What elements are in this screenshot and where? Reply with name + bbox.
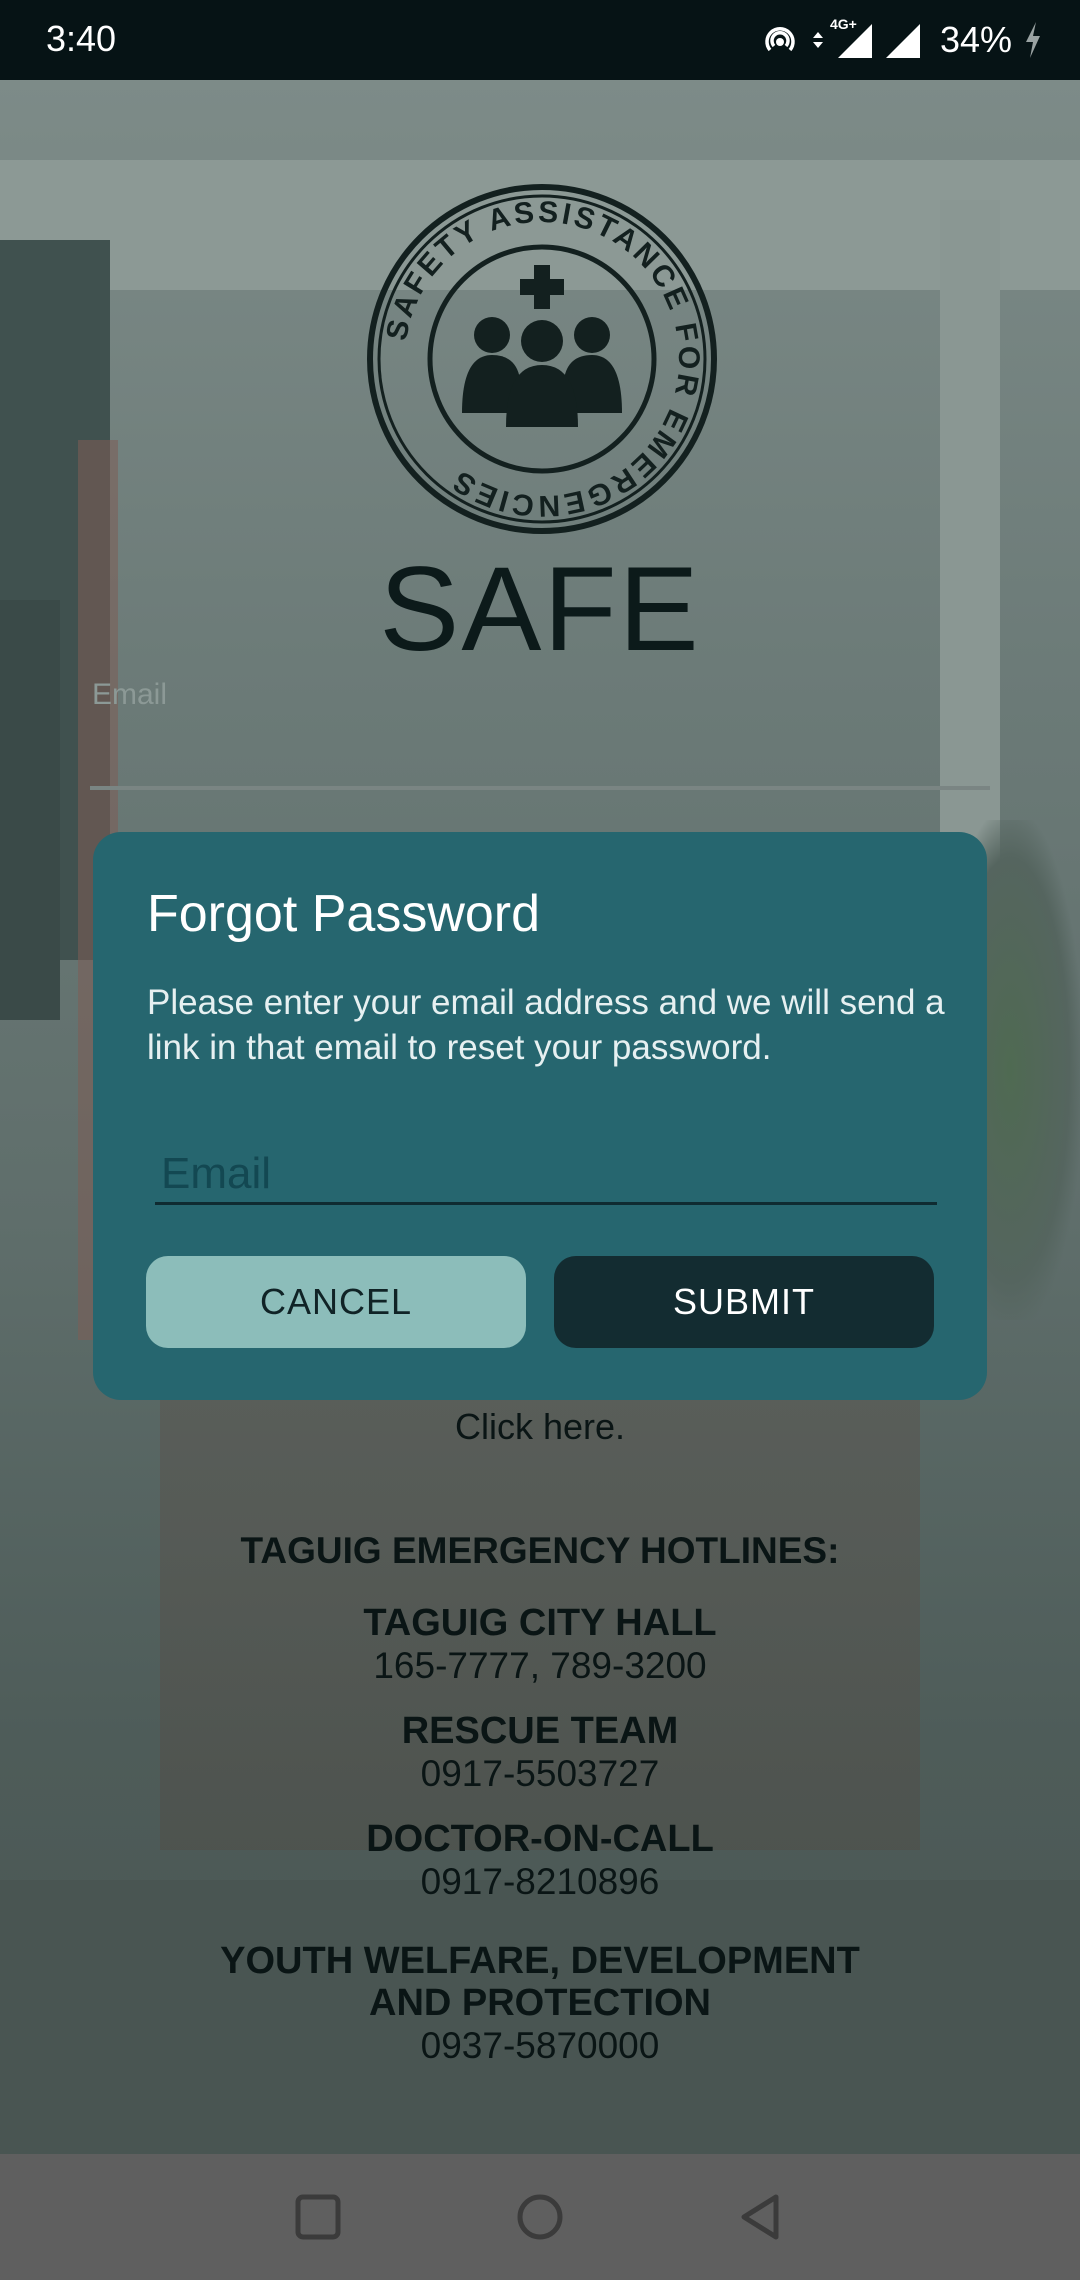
navigation-bar: [0, 2154, 1080, 2280]
status-icons: 4G+ 34%: [760, 16, 1044, 64]
people-with-cross-icon: [462, 265, 622, 427]
safe-logo: SAFETY ASSISTANCE FOR EMERGENCIES: [367, 184, 717, 534]
email-input[interactable]: [155, 1146, 937, 1205]
battery-percent: 34%: [939, 19, 1012, 60]
forgot-password-dialog: Forgot Password Please enter your email …: [93, 832, 987, 1400]
hotlines-section: TAGUIG EMERGENCY HOTLINES: TAGUIG CITY H…: [0, 1530, 1080, 2090]
recents-square-icon[interactable]: [288, 2187, 348, 2247]
hotline-name: YOUTH WELFARE, DEVELOPMENT: [220, 1940, 860, 1982]
hotline-number: 165-7777, 789-3200: [373, 1645, 707, 1686]
hotline-name: RESCUE TEAM: [401, 1710, 679, 1752]
submit-button[interactable]: SUBMIT: [554, 1256, 934, 1348]
hotlines-title: TAGUIG EMERGENCY HOTLINES:: [240, 1530, 840, 1571]
hotline-name: AND PROTECTION: [369, 1982, 711, 2024]
hotspot-icon: [765, 26, 795, 52]
home-circle-icon[interactable]: [510, 2187, 570, 2247]
hotline-name: DOCTOR-ON-CALL: [366, 1818, 714, 1860]
data-arrows-icon: [812, 32, 823, 48]
charging-icon: [1026, 22, 1040, 58]
dialog-message: Please enter your email address and we w…: [147, 983, 945, 1067]
background-link-text: Click here.: [454, 1406, 626, 1447]
hotline-number: 0917-5503727: [420, 1753, 660, 1794]
hotline-entry: YOUTH WELFARE, DEVELOPMENT AND PROTECTIO…: [0, 1940, 1080, 2068]
hotline-number: 0917-8210896: [420, 1861, 660, 1902]
login-email-label: Email: [92, 678, 168, 711]
status-time: 3:40: [46, 18, 117, 59]
hotline-name: TAGUIG CITY HALL: [363, 1602, 717, 1644]
signal-icon: [885, 24, 920, 58]
hotline-entry: RESCUE TEAM 0917-5503727: [0, 1710, 1080, 1796]
back-triangle-icon[interactable]: [732, 2187, 792, 2247]
hotline-entry: TAGUIG CITY HALL 165-7777, 789-3200: [0, 1602, 1080, 1688]
login-email-underline: [90, 786, 990, 790]
app-title: SAFE: [379, 542, 701, 676]
cancel-button[interactable]: CANCEL: [146, 1256, 526, 1348]
hotline-number: 0937-5870000: [420, 2025, 660, 2066]
network-type-badge: 4G+: [830, 16, 874, 60]
status-bar: 3:40 4G+ 34%: [0, 0, 1080, 80]
dialog-title: Forgot Password: [147, 885, 541, 943]
hotline-entry: DOCTOR-ON-CALL 0917-8210896: [0, 1818, 1080, 1904]
